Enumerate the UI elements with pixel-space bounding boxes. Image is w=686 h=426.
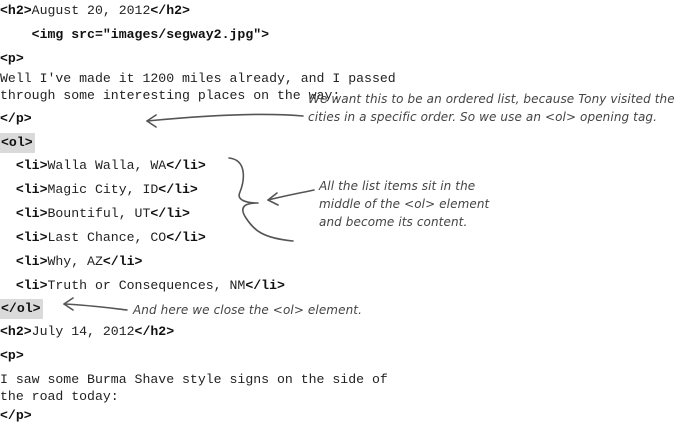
arrow-to-ol-open: [146, 113, 304, 122]
curly-brace: [228, 157, 294, 242]
annotation-arrows: [63, 113, 315, 311]
arrow-to-ol-close: [63, 303, 128, 311]
